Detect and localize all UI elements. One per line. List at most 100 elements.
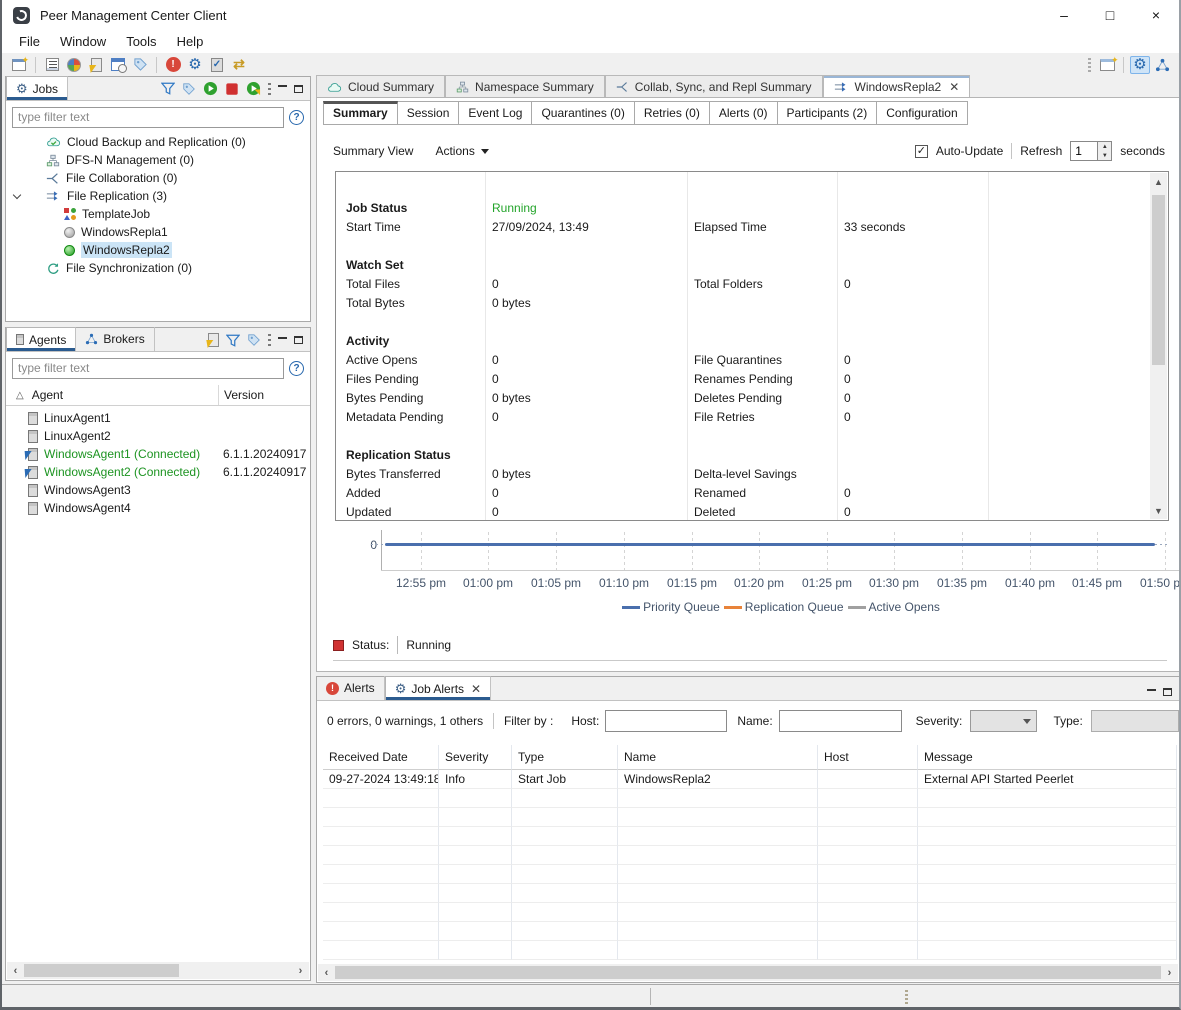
settings-gear-icon[interactable]: ⚙ xyxy=(185,56,205,74)
subtab-summary[interactable]: Summary xyxy=(323,101,398,125)
scrollbar-thumb[interactable] xyxy=(335,966,1161,979)
tree-item-windowsrepla2[interactable]: WindowsRepla2 xyxy=(6,241,310,259)
maximize-button[interactable]: □ xyxy=(1087,0,1133,30)
alert-row[interactable]: 09-27-2024 13:49:18 Info Start Job Windo… xyxy=(323,770,1177,789)
tab-close-icon[interactable]: ✕ xyxy=(471,682,481,696)
scroll-right-icon[interactable]: › xyxy=(1161,967,1178,979)
tab-namespace-summary[interactable]: Namespace Summary xyxy=(445,75,605,98)
scroll-up-icon[interactable]: ▲ xyxy=(1150,173,1167,190)
stop-status-icon[interactable] xyxy=(333,640,344,651)
agent-row[interactable]: WindowsAgent1 (Connected) 6.1.1.20240917 xyxy=(6,445,310,463)
column-message[interactable]: Message xyxy=(918,745,1177,770)
column-type[interactable]: Type xyxy=(512,745,618,770)
start-job-icon[interactable] xyxy=(203,81,218,96)
filter-icon[interactable] xyxy=(161,82,175,95)
subtab-event-log[interactable]: Event Log xyxy=(459,101,532,125)
menu-help[interactable]: Help xyxy=(168,32,213,51)
expander-chevron-icon[interactable] xyxy=(13,191,21,199)
name-filter-input[interactable] xyxy=(779,710,902,732)
start-with-options-icon[interactable] xyxy=(246,81,261,96)
panel-minimize-icon[interactable] xyxy=(278,85,287,88)
sort-ascending-icon[interactable]: △ xyxy=(16,390,24,401)
tab-collab-sync-repl-summary[interactable]: Collab, Sync, and Repl Summary xyxy=(605,75,823,98)
agents-filter-input[interactable] xyxy=(12,358,284,379)
scrollbar-thumb[interactable] xyxy=(24,964,179,977)
panel-maximize-icon[interactable] xyxy=(294,85,303,93)
tab-windowsrepla2[interactable]: WindowsRepla2 ✕ xyxy=(823,75,971,98)
tag-icon[interactable] xyxy=(130,56,150,74)
menu-tools[interactable]: Tools xyxy=(117,32,165,51)
refresh-sync-icon[interactable]: ⇄ xyxy=(229,56,249,74)
column-received-date[interactable]: Received Date xyxy=(323,745,439,770)
tab-agents[interactable]: Agents xyxy=(6,327,76,351)
pie-chart-icon[interactable] xyxy=(64,56,84,74)
column-agent[interactable]: Agent xyxy=(32,388,63,402)
type-filter-input[interactable] xyxy=(1091,710,1179,732)
agent-row[interactable]: WindowsAgent3 xyxy=(6,481,310,499)
agent-row[interactable]: WindowsAgent4 xyxy=(6,499,310,517)
scrollbar-thumb[interactable] xyxy=(1152,195,1165,365)
agent-row[interactable]: LinuxAgent1 xyxy=(6,409,310,427)
menu-window[interactable]: Window xyxy=(51,32,115,51)
help-icon[interactable]: ? xyxy=(289,361,304,376)
pmc-perspective-icon[interactable]: ⚙ xyxy=(1130,56,1150,74)
panel-minimize-icon[interactable] xyxy=(278,337,287,340)
menu-file[interactable]: File xyxy=(10,32,49,51)
help-icon[interactable]: ? xyxy=(289,110,304,125)
column-name[interactable]: Name xyxy=(618,745,818,770)
subtab-participants[interactable]: Participants (2) xyxy=(778,101,878,125)
column-host[interactable]: Host xyxy=(818,745,918,770)
new-window-icon[interactable] xyxy=(9,56,29,74)
tree-item-templatejob[interactable]: TemplateJob xyxy=(6,205,310,223)
scroll-down-icon[interactable]: ▼ xyxy=(1150,502,1167,519)
spinner-up-icon[interactable]: ▲ xyxy=(1098,142,1111,151)
flash-document-icon[interactable] xyxy=(208,333,219,347)
tab-cloud-summary[interactable]: Cloud Summary xyxy=(316,75,445,98)
brokers-perspective-icon[interactable] xyxy=(1152,56,1172,74)
scroll-right-icon[interactable]: › xyxy=(292,965,309,977)
tag-icon[interactable] xyxy=(182,82,196,96)
refresh-seconds-input[interactable] xyxy=(1071,142,1097,160)
agent-row[interactable]: WindowsAgent2 (Connected) 6.1.1.20240917 xyxy=(6,463,310,481)
tree-item-file-synchronization[interactable]: File Synchronization (0) xyxy=(6,259,310,277)
view-menu-icon[interactable] xyxy=(268,83,271,95)
subtab-alerts[interactable]: Alerts (0) xyxy=(710,101,778,125)
column-version[interactable]: Version xyxy=(218,385,264,405)
clipboard-check-icon[interactable]: ✓ xyxy=(207,56,227,74)
jobs-filter-input[interactable] xyxy=(12,107,284,128)
scroll-left-icon[interactable]: ‹ xyxy=(7,965,24,977)
agents-hscrollbar[interactable]: ‹ › xyxy=(7,962,309,979)
open-perspective-icon[interactable] xyxy=(1097,56,1117,74)
tree-item-dfsn[interactable]: DFS-N Management (0) xyxy=(6,151,310,169)
panel-maximize-icon[interactable] xyxy=(1163,688,1172,696)
flash-document-icon[interactable] xyxy=(86,56,106,74)
agent-row[interactable]: LinuxAgent2 xyxy=(6,427,310,445)
tab-jobs[interactable]: ⚙ Jobs xyxy=(6,76,68,100)
tab-alerts[interactable]: ! Alerts xyxy=(317,676,385,700)
subtab-session[interactable]: Session xyxy=(398,101,460,125)
column-severity[interactable]: Severity xyxy=(439,745,512,770)
minimize-button[interactable]: – xyxy=(1041,0,1087,30)
alerts-hscrollbar[interactable]: ‹ › xyxy=(318,964,1178,981)
scroll-left-icon[interactable]: ‹ xyxy=(318,967,335,979)
host-filter-input[interactable] xyxy=(605,710,727,732)
subtab-configuration[interactable]: Configuration xyxy=(877,101,967,125)
filter-icon[interactable] xyxy=(226,334,240,347)
tree-item-file-collaboration[interactable]: File Collaboration (0) xyxy=(6,169,310,187)
severity-select[interactable] xyxy=(970,710,1037,732)
actions-dropdown[interactable]: Actions xyxy=(435,144,488,158)
stop-job-icon[interactable] xyxy=(225,82,239,96)
tree-item-windowsrepla1[interactable]: WindowsRepla1 xyxy=(6,223,310,241)
subtab-quarantines[interactable]: Quarantines (0) xyxy=(532,101,634,125)
tree-item-cloud-backup[interactable]: Cloud Backup and Replication (0) xyxy=(6,133,310,151)
summary-vscrollbar[interactable]: ▲ ▼ xyxy=(1150,173,1167,519)
tree-item-file-replication[interactable]: File Replication (3) xyxy=(6,187,310,205)
auto-update-checkbox[interactable]: ✓ xyxy=(915,145,928,158)
scheduled-task-icon[interactable] xyxy=(108,56,128,74)
tab-job-alerts[interactable]: ⚙ Job Alerts ✕ xyxy=(385,676,491,700)
view-menu-icon[interactable] xyxy=(268,334,271,346)
alert-icon[interactable]: ! xyxy=(163,56,183,74)
close-button[interactable]: × xyxy=(1133,0,1179,30)
tab-close-icon[interactable]: ✕ xyxy=(949,80,959,94)
spinner-down-icon[interactable]: ▼ xyxy=(1098,151,1111,160)
